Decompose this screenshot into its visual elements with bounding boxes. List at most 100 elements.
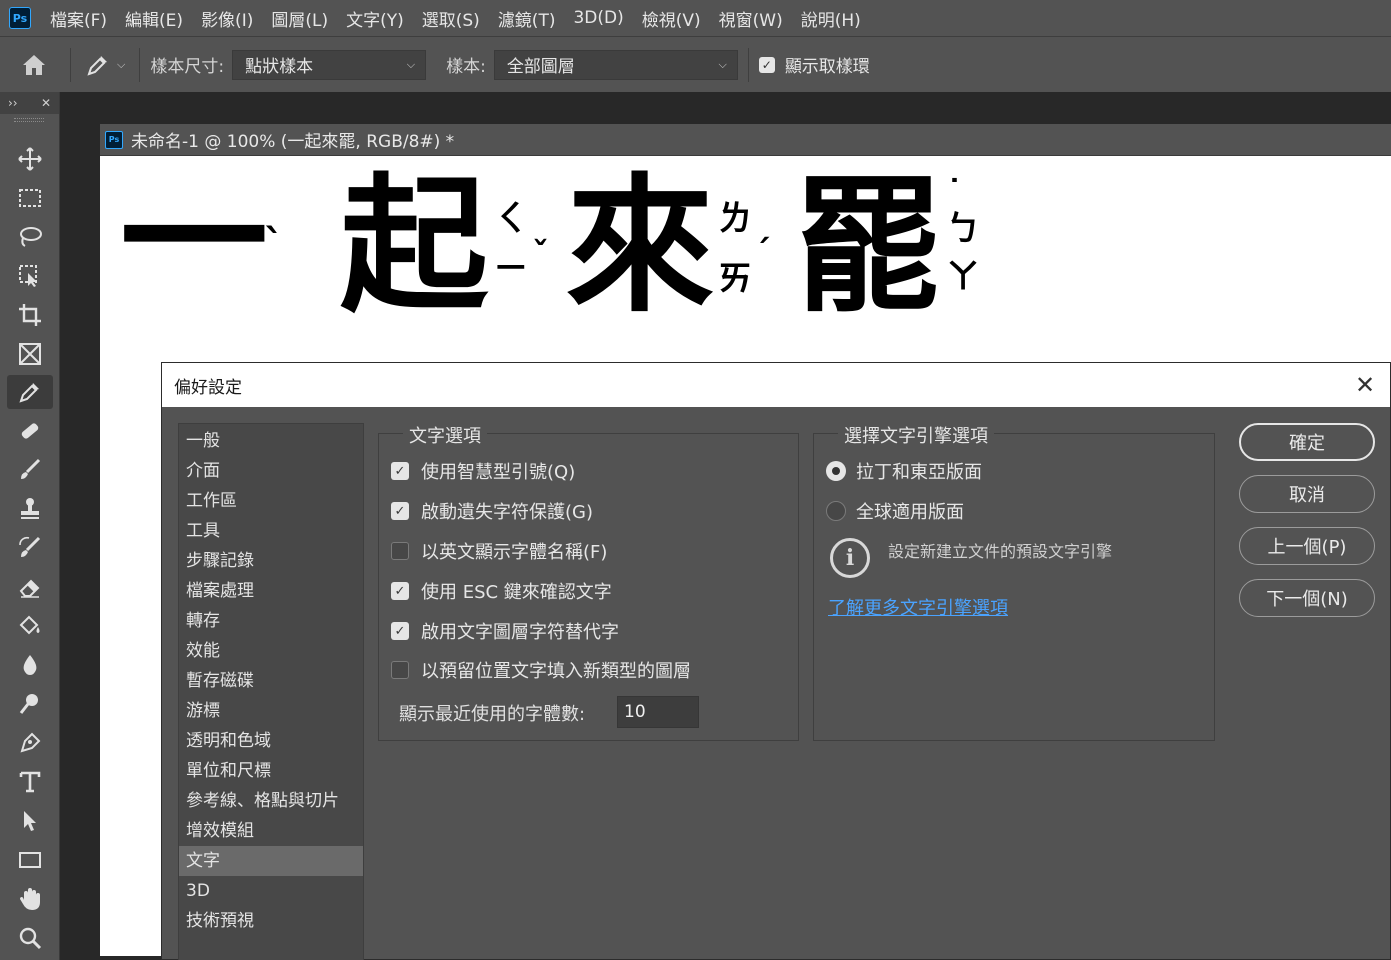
category-performance[interactable]: 效能 <box>179 636 363 666</box>
canvas-char-2: 起 <box>340 160 488 332</box>
ok-button[interactable]: 確定 <box>1239 423 1375 461</box>
english-font-names-option[interactable]: 以英文顯示字體名稱(F) <box>391 538 607 564</box>
eraser-tool-icon[interactable] <box>7 570 53 604</box>
dodge-tool-icon[interactable] <box>7 687 53 721</box>
learn-more-link[interactable]: 了解更多文字引擎選項 <box>828 594 1008 620</box>
smart-quotes-option[interactable]: ✓ 使用智慧型引號(Q) <box>391 458 575 484</box>
english-font-names-label: 以英文顯示字體名稱(F) <box>421 542 608 563</box>
category-technology-previews[interactable]: 技術預視 <box>179 906 363 936</box>
separator <box>70 47 71 82</box>
collapse-icon[interactable]: ›› <box>8 96 18 110</box>
chevron-down-icon: ⌵ <box>406 57 416 71</box>
menu-bar: Ps 檔案(F) 編輯(E) 影像(I) 圖層(L) 文字(Y) 選取(S) 濾… <box>0 0 1391 36</box>
esc-commit-option[interactable]: ✓ 使用 ESC 鍵來確認文字 <box>391 578 612 604</box>
category-interface[interactable]: 介面 <box>179 456 363 486</box>
world-ready-option[interactable]: 全球適用版面 <box>826 498 964 524</box>
lasso-tool-icon[interactable] <box>7 220 53 254</box>
smart-quotes-checkbox[interactable]: ✓ <box>391 462 409 480</box>
canvas-char-4: 罷 <box>794 160 942 332</box>
glyph-alternates-option[interactable]: ✓ 啟用文字圖層字符替代字 <box>391 618 619 644</box>
missing-glyph-checkbox[interactable]: ✓ <box>391 502 409 520</box>
menu-image[interactable]: 影像(I) <box>192 6 262 31</box>
next-button[interactable]: 下一個(N) <box>1239 579 1375 617</box>
chevron-down-icon: ⌵ <box>718 57 727 71</box>
eyedropper-preset-icon[interactable]: ⌵ <box>81 52 129 78</box>
english-font-names-checkbox[interactable] <box>391 542 409 560</box>
sample-select[interactable]: 全部圖層 ⌵ <box>493 49 738 80</box>
type-tool-icon[interactable] <box>7 765 53 799</box>
previous-button[interactable]: 上一個(P) <box>1239 527 1375 565</box>
healing-brush-tool-icon[interactable] <box>7 414 53 448</box>
menu-help[interactable]: 說明(H) <box>792 6 870 31</box>
home-icon[interactable] <box>8 45 60 85</box>
menu-layer[interactable]: 圖層(L) <box>262 6 337 31</box>
recent-fonts-input[interactable]: 10 <box>617 696 699 728</box>
path-selection-tool-icon[interactable] <box>7 804 53 838</box>
menu-3d[interactable]: 3D(D) <box>564 8 632 28</box>
category-cursors[interactable]: 游標 <box>179 696 363 726</box>
menu-view[interactable]: 檢視(V) <box>633 6 710 31</box>
category-tools[interactable]: 工具 <box>179 516 363 546</box>
canvas-char-1: 一 <box>120 154 268 326</box>
category-workspace[interactable]: 工作區 <box>179 486 363 516</box>
esc-commit-label: 使用 ESC 鍵來確認文字 <box>421 582 612 603</box>
category-units-rulers[interactable]: 單位和尺標 <box>179 756 363 786</box>
canvas-bopomofo: ㄚ <box>946 257 980 297</box>
canvas-bopomofo: ㄌ <box>718 199 752 239</box>
category-scratch-disks[interactable]: 暫存磁碟 <box>179 666 363 696</box>
pen-tool-icon[interactable] <box>7 726 53 760</box>
canvas-tone-mark: ˇ <box>532 235 549 275</box>
zoom-tool-icon[interactable] <box>7 921 53 955</box>
photoshop-logo-icon: Ps <box>9 7 31 29</box>
move-tool-icon[interactable] <box>7 142 53 176</box>
missing-glyph-option[interactable]: ✓ 啟動遺失字符保護(G) <box>391 498 593 524</box>
category-guides-grid-slices[interactable]: 參考線、格點與切片 <box>179 786 363 816</box>
menu-type[interactable]: 文字(Y) <box>337 6 413 31</box>
sample-size-select[interactable]: 點狀樣本 ⌵ <box>232 49 427 80</box>
document-title: 未命名-1 @ 100% (一起來罷, RGB/8#) * <box>131 132 455 152</box>
chevron-down-icon[interactable]: ⌵ <box>117 58 125 72</box>
world-ready-radio[interactable] <box>826 501 846 521</box>
history-brush-tool-icon[interactable] <box>7 531 53 565</box>
separator <box>747 47 749 82</box>
menu-file[interactable]: 檔案(F) <box>41 6 116 31</box>
show-ring-checkbox[interactable]: ✓ <box>758 56 775 73</box>
category-type[interactable]: 文字 <box>179 846 363 876</box>
category-general[interactable]: 一般 <box>179 426 363 456</box>
panel-grip[interactable] <box>14 118 44 122</box>
menu-window[interactable]: 視窗(W) <box>710 6 792 31</box>
close-icon[interactable]: ✕ <box>41 96 51 110</box>
document-tab[interactable]: Ps 未命名-1 @ 100% (一起來罷, RGB/8#) * <box>100 124 1391 156</box>
menu-edit[interactable]: 編輯(E) <box>116 6 192 31</box>
menu-select[interactable]: 選取(S) <box>413 6 489 31</box>
menu-filter[interactable]: 濾鏡(T) <box>489 6 565 31</box>
placeholder-text-option[interactable]: 以預留位置文字填入新類型的圖層 <box>391 657 691 683</box>
paint-bucket-tool-icon[interactable] <box>7 609 53 643</box>
marquee-tool-icon[interactable] <box>7 181 53 215</box>
category-plugins[interactable]: 增效模組 <box>179 816 363 846</box>
rectangle-tool-icon[interactable] <box>7 843 53 877</box>
close-icon[interactable]: ✕ <box>1352 371 1378 399</box>
latin-east-asian-radio[interactable] <box>826 461 846 481</box>
cancel-button[interactable]: 取消 <box>1239 475 1375 513</box>
category-file-handling[interactable]: 檔案處理 <box>179 576 363 606</box>
tools-panel: ›› ✕ <box>0 92 60 960</box>
brush-tool-icon[interactable] <box>7 453 53 487</box>
category-export[interactable]: 轉存 <box>179 606 363 636</box>
object-selection-tool-icon[interactable] <box>7 259 53 293</box>
eyedropper-tool-icon[interactable] <box>7 375 53 409</box>
frame-tool-icon[interactable] <box>7 337 53 371</box>
latin-east-asian-option[interactable]: 拉丁和東亞版面 <box>826 458 982 484</box>
dialog-title-bar[interactable]: 偏好設定 ✕ <box>162 363 1390 407</box>
blur-tool-icon[interactable] <box>7 648 53 682</box>
clone-stamp-tool-icon[interactable] <box>7 492 53 526</box>
category-history-log[interactable]: 步驟記錄 <box>179 546 363 576</box>
glyph-alternates-checkbox[interactable]: ✓ <box>391 622 409 640</box>
tools-panel-header: ›› ✕ <box>0 92 59 114</box>
hand-tool-icon[interactable] <box>7 882 53 916</box>
esc-commit-checkbox[interactable]: ✓ <box>391 582 409 600</box>
category-transparency-gamut[interactable]: 透明和色域 <box>179 726 363 756</box>
category-3d[interactable]: 3D <box>179 876 363 906</box>
crop-tool-icon[interactable] <box>7 298 53 332</box>
placeholder-text-checkbox[interactable] <box>391 661 409 679</box>
